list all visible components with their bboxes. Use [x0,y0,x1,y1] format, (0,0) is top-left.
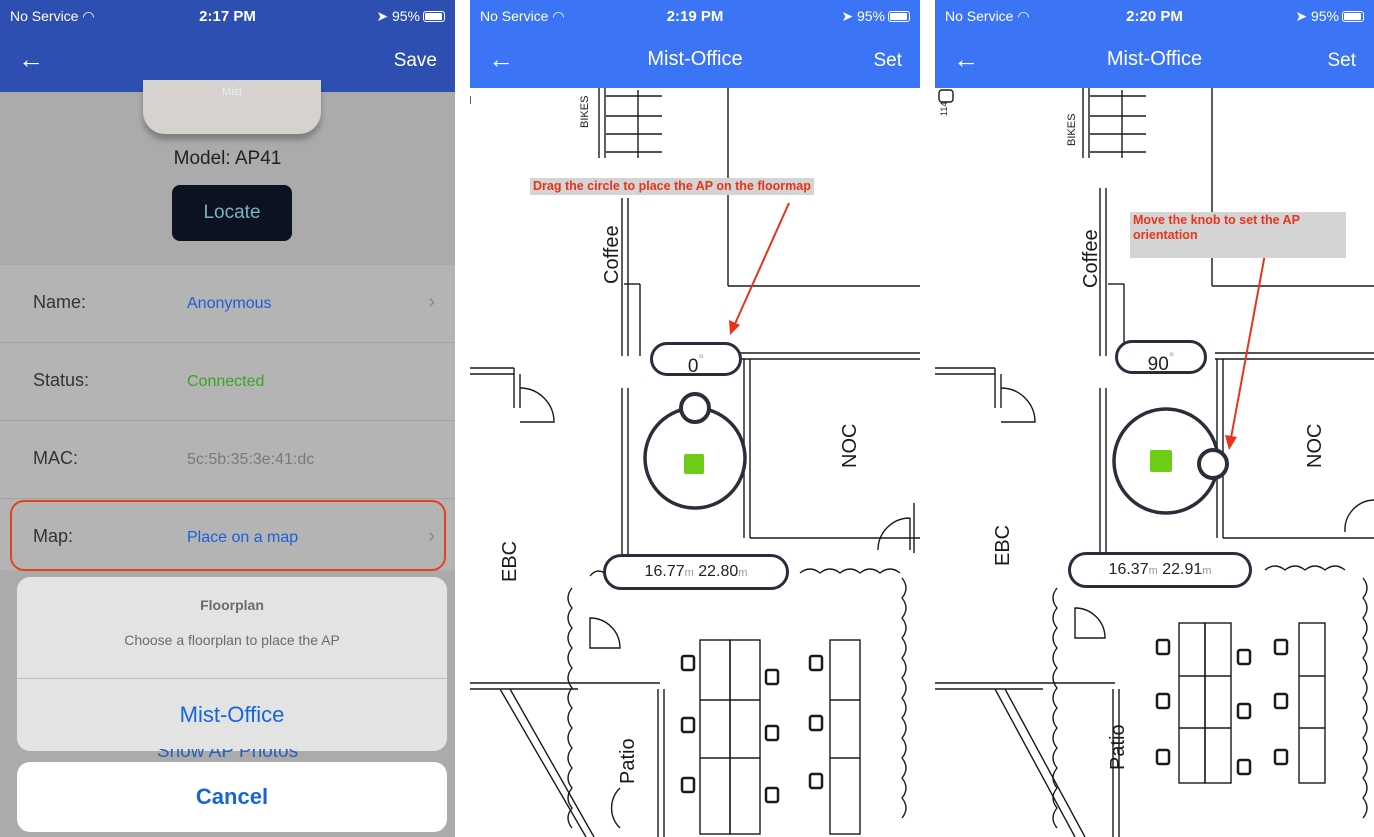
status-bar: No Service ◠ 2:17 PM ➤ 95% [0,0,455,36]
map-row-highlight [10,500,446,571]
degree-symbol: ° [1168,349,1175,365]
orientation-knob[interactable] [679,392,711,424]
device-details-screen: No Service ◠ 2:17 PM ➤ 95% ← Save Mist M… [0,0,455,837]
model-label: Model: AP41 [173,148,282,169]
annotation-arrow [1230,253,1266,439]
floormap-canvas[interactable]: BIKES Coffee NOC EBC Patio [470,88,920,837]
set-button[interactable]: Set [1327,50,1356,72]
ap-marker-icon [938,89,954,103]
floorplan-option[interactable]: Mist-Office [17,702,447,728]
y-unit: m [738,567,748,579]
row-label: Name: [33,292,87,312]
x-coordinate: 16.77 [644,563,685,580]
degree-symbol: ° [698,351,705,367]
patio-label: Patio [617,738,639,784]
chair-icons [680,654,824,804]
sheet-title: Floorplan [200,597,264,613]
nav-bar: ← Mist-Office Set [470,36,920,86]
page-title: Mist-Office [647,48,743,70]
battery-icon [1342,11,1364,22]
patio-label: Patio [1107,724,1129,770]
row-status: Status: Connected [0,343,455,421]
device-logo-text: Mist [221,86,243,98]
noc-label: NOC [1304,424,1326,468]
nav-bar: ← Save [0,36,455,86]
bikes-label: BIKES [579,96,591,128]
orientation-display: 0° [650,342,742,377]
show-ap-photos-text: Show AP Photos [156,749,299,761]
ap-placement-circle[interactable] [1112,407,1229,515]
chevron-right-icon: › [428,291,435,313]
coffee-label: Coffee [601,225,623,284]
battery-percent: 95% [1310,8,1339,24]
floorplan-action-sheet: Floorplan Choose a floorplan to place th… [17,577,447,751]
marker-label: 114 [939,102,949,116]
y-unit: m [1202,565,1212,577]
battery-icon [423,11,445,22]
mac-value: 5c:5b:35:3e:41:dc [187,451,315,468]
set-button[interactable]: Set [873,50,902,72]
row-label: MAC: [33,448,78,468]
battery-percent: 95% [391,8,420,24]
location-arrow-icon: ➤ [1295,8,1308,24]
battery-icon [888,11,910,22]
show-ap-photos-link: Show AP Photos [0,749,455,761]
orientation-value: 0 [687,356,699,377]
x-unit: m [684,567,694,579]
orientation-knob[interactable] [1197,448,1229,480]
location-arrow-icon: ➤ [841,8,854,24]
battery-percent: 95% [856,8,885,24]
nav-bar: ← Mist-Office Set [935,36,1374,86]
y-coordinate: 22.91 [1162,561,1203,578]
x-coordinate: 16.37 [1108,561,1149,578]
cancel-button[interactable]: Cancel [17,762,447,832]
row-mac: MAC: 5c:5b:35:3e:41:dc [0,421,455,499]
ap-marker [684,454,704,474]
ap-device-image: Mist [143,80,321,134]
annotation-note: Move the knob to set the AP orientation [1130,212,1346,258]
x-unit: m [1148,565,1158,577]
name-value: Anonymous [187,295,272,312]
floormap-orientation-screen: No Service ◠ 2:20 PM ➤ 95% ← Mist-Office… [935,0,1374,837]
ebc-label: EBC [992,525,1014,566]
row-label: Status: [33,370,90,390]
y-coordinate: 22.80 [698,563,739,580]
status-bar: No Service ◠ 2:20 PM ➤ 95% [935,0,1374,36]
ebc-label: EBC [499,541,521,582]
ap-marker [1150,450,1172,472]
sheet-subtitle: Choose a floorplan to place the AP [124,632,340,648]
locate-button[interactable]: Locate [172,185,292,241]
ap-placement-circle[interactable] [643,392,747,510]
floormap-canvas[interactable]: 114 BIKES Coffee NOC EBC Patio [935,88,1374,837]
status-bar: No Service ◠ 2:19 PM ➤ 95% [470,0,920,36]
floormap-place-screen: No Service ◠ 2:19 PM ➤ 95% ← Mist-Office… [470,0,920,837]
location-arrow-icon: ➤ [376,8,389,24]
row-name[interactable]: Name: Anonymous › [0,265,455,343]
annotation-arrow [733,202,790,327]
coordinates-display: 16.77m 22.80m [603,554,789,590]
chair-icons [1155,638,1289,776]
save-button[interactable]: Save [394,50,437,72]
status-value: Connected [187,373,265,390]
noc-label: NOC [839,424,861,468]
coffee-label: Coffee [1080,229,1102,288]
coordinates-display: 16.37m 22.91m [1068,552,1252,588]
back-arrow-icon[interactable]: ← [18,46,44,72]
sheet-divider [17,678,447,679]
orientation-value: 90 [1147,354,1169,375]
annotation-note: Drag the circle to place the AP on the f… [530,178,814,195]
page-title: Mist-Office [1106,48,1203,70]
orientation-display: 90° [1115,340,1207,375]
bikes-label: BIKES [1066,114,1078,146]
